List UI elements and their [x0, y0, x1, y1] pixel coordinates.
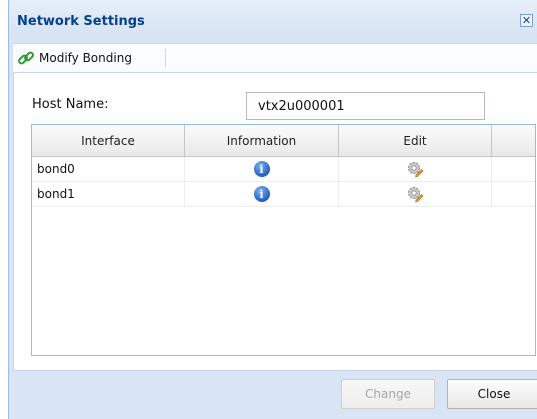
interfaces-grid: Interface Information Edit bond0 i bond1… [31, 124, 536, 356]
edit-cell [339, 182, 492, 206]
information-cell: i [185, 157, 339, 181]
column-header-filler [492, 125, 535, 156]
dialog-title: Network Settings [17, 14, 145, 29]
grid-header: Interface Information Edit [32, 125, 535, 157]
table-row[interactable]: bond0 i [32, 157, 535, 182]
info-icon[interactable]: i [253, 186, 270, 202]
modify-bonding-button[interactable]: Modify Bonding [17, 47, 132, 69]
grid-body: bond0 i bond1 i [32, 157, 535, 207]
interface-cell: bond0 [32, 157, 185, 181]
column-header-interface[interactable]: Interface [32, 125, 185, 156]
table-row[interactable]: bond1 i [32, 182, 535, 207]
host-name-input[interactable] [246, 92, 485, 120]
change-button[interactable]: Change [341, 379, 435, 409]
host-name-label: Host Name: [32, 97, 109, 112]
information-cell: i [185, 182, 339, 206]
network-settings-dialog: Network Settings ✕ Modify Bonding Host N… [8, 0, 537, 419]
gear-edit-icon[interactable] [406, 160, 424, 178]
modify-bonding-label: Modify Bonding [39, 51, 132, 65]
toolbar: Modify Bonding [13, 43, 537, 72]
column-header-edit[interactable]: Edit [339, 125, 492, 156]
gear-edit-icon[interactable] [406, 185, 424, 203]
info-icon[interactable]: i [253, 161, 270, 177]
edit-cell [339, 157, 492, 181]
interface-cell: bond1 [32, 182, 185, 206]
settings-panel: Host Name: Interface Information Edit bo… [13, 72, 537, 371]
filler-cell [492, 182, 535, 206]
link-icon [18, 51, 34, 65]
filler-cell [492, 157, 535, 181]
title-bar[interactable]: Network Settings ✕ [9, 0, 537, 38]
close-button[interactable]: Close [447, 379, 537, 409]
close-icon[interactable]: ✕ [520, 14, 533, 27]
column-header-information[interactable]: Information [185, 125, 339, 156]
dialog-footer: Change Close [13, 372, 537, 419]
toolbar-separator [165, 49, 166, 67]
